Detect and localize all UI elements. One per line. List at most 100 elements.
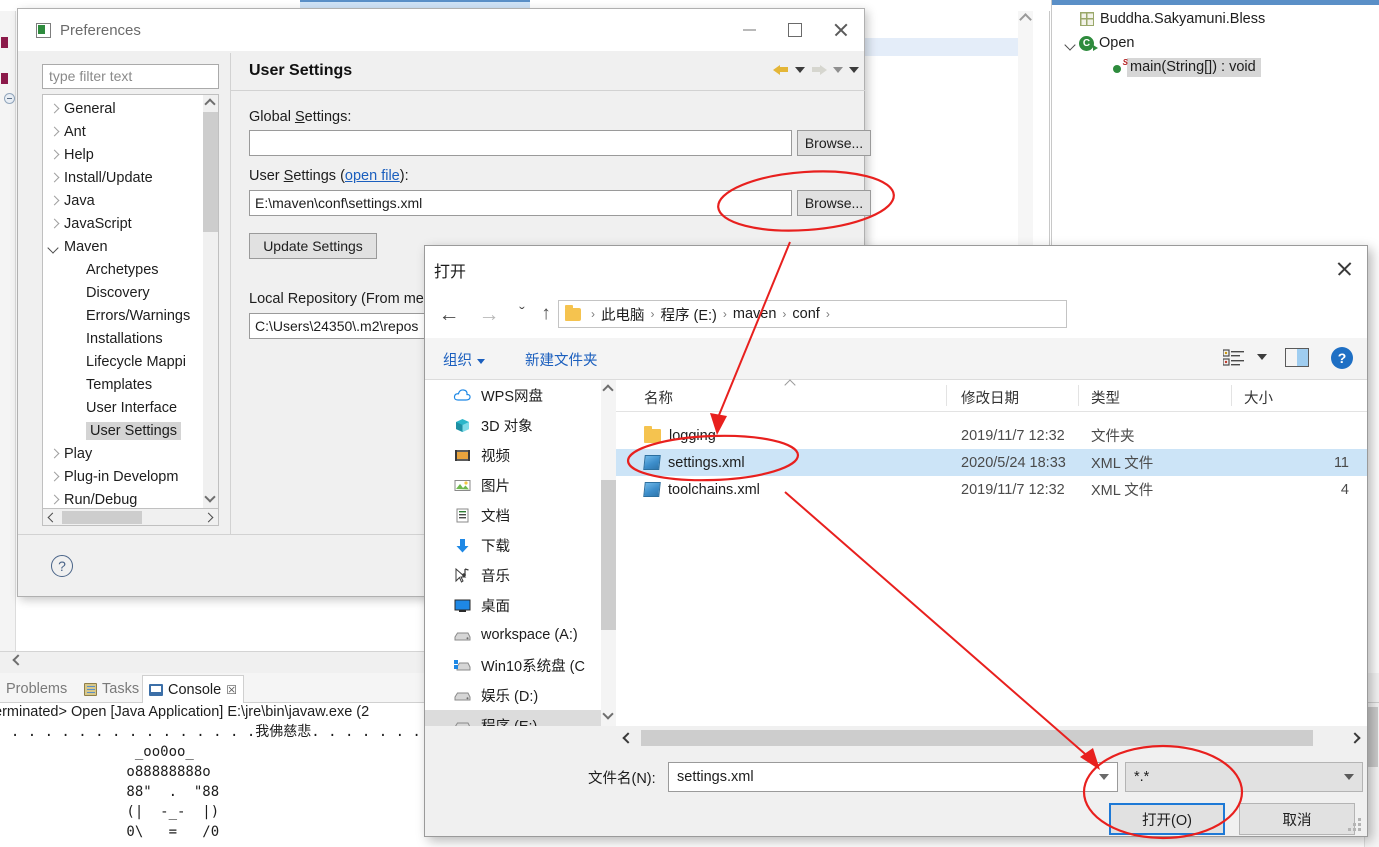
column-header-modified[interactable]: 修改日期 [961,387,1019,408]
place-item-drive-c[interactable]: Win10系统盘 (C [425,650,614,680]
open-dialog-close-button[interactable] [1321,246,1367,291]
preview-pane-icon[interactable] [1285,348,1309,367]
scroll-left-icon[interactable] [47,512,58,523]
tree-item-installations[interactable]: Installations [43,327,205,350]
place-item-videos[interactable]: 视频 [425,440,614,470]
place-item-documents[interactable]: 文档 [425,500,614,530]
place-item-music[interactable]: 音乐 [425,560,614,590]
open-dialog-titlebar[interactable]: 打开 [425,246,1367,291]
breadcrumb-item-this-pc[interactable]: 此电脑 [601,304,645,325]
scroll-right-icon[interactable] [1349,732,1361,744]
tree-item-user-settings[interactable]: User Settings [43,419,205,442]
column-header-name[interactable]: 名称 [644,387,673,408]
tree-item-java[interactable]: Java [43,189,205,212]
file-list[interactable]: 名称 修改日期 类型 大小 logging 2019/11/7 12:32 文件… [616,380,1367,726]
navigation-pane-scrollbar[interactable] [601,380,616,726]
place-item-drive-a[interactable]: workspace (A:) [425,620,614,650]
tree-item-lifecycle-mappings[interactable]: Lifecycle Mappi [43,350,205,373]
breadcrumb-item-drive-e[interactable]: 程序 (E:) [661,304,717,325]
tree-item-discovery[interactable]: Discovery [43,281,205,304]
navigation-pane[interactable]: WPS网盘 3D 对象 视频 图片 文档 下载 音乐 桌面 workspace … [425,380,615,726]
back-arrow-icon[interactable] [773,63,789,76]
scroll-up-icon[interactable] [1019,13,1032,26]
scroll-left-icon[interactable] [12,654,24,666]
resize-grip[interactable] [1348,818,1362,832]
breadcrumb-item-maven[interactable]: maven [733,306,777,322]
scroll-up-icon[interactable] [602,384,614,396]
outline-tab-header[interactable] [1052,0,1379,5]
column-divider[interactable] [1231,385,1232,406]
view-options-caret-icon[interactable] [1257,354,1267,360]
view-list-icon[interactable] [1223,349,1245,367]
scroll-left-icon[interactable] [622,732,634,744]
breadcrumb-item-conf[interactable]: conf [792,306,819,322]
column-header-size[interactable]: 大小 [1244,387,1273,408]
chevron-down-icon[interactable] [47,240,61,254]
chevron-right-icon[interactable] [47,125,61,139]
forward-history-caret-icon[interactable] [833,66,843,73]
new-folder-button[interactable]: 新建文件夹 [525,349,598,370]
organize-button[interactable]: 组织 [443,349,485,370]
scroll-up-icon[interactable] [204,98,216,110]
help-icon[interactable]: ? [1331,347,1353,369]
chevron-right-icon[interactable] [47,148,61,162]
scrollbar-thumb[interactable] [601,480,616,630]
chevron-right-icon[interactable] [47,447,61,461]
chevron-right-icon[interactable] [47,171,61,185]
tree-item-install-update[interactable]: Install/Update [43,166,205,189]
column-divider[interactable] [946,385,947,406]
preferences-tree[interactable]: General Ant Help Install/Update Java Jav… [42,94,219,509]
chevron-down-icon[interactable] [1064,37,1077,50]
chevron-right-icon[interactable] [47,102,61,116]
place-item-drive-e[interactable]: 程序 (E:) [425,710,614,726]
scrollbar-thumb[interactable] [641,730,1313,746]
tab-console[interactable]: Console ☒ [142,675,244,704]
help-icon[interactable]: ? [51,555,73,577]
minimize-button[interactable] [726,9,772,51]
scroll-down-icon[interactable] [204,491,216,503]
tree-horizontal-scrollbar[interactable] [42,509,219,526]
user-browse-button[interactable]: Browse... [797,190,871,216]
table-row[interactable]: logging 2019/11/7 12:32 文件夹 [616,422,1367,449]
tree-item-general[interactable]: General [43,97,205,120]
scroll-down-icon[interactable] [602,708,614,720]
tree-item-user-interface[interactable]: User Interface [43,396,205,419]
outline-item-class[interactable]: C Open [1064,32,1134,54]
tab-problems[interactable]: Problems [0,676,73,702]
filename-input[interactable]: settings.xml [668,762,1118,792]
scrollbar-thumb[interactable] [62,511,142,524]
table-row[interactable]: toolchains.xml 2019/11/7 12:32 XML 文件 4 [616,476,1367,503]
place-item-desktop[interactable]: 桌面 [425,590,614,620]
global-settings-input[interactable] [249,130,792,156]
cancel-button[interactable]: 取消 [1239,803,1355,835]
code-fold-toggle[interactable] [4,93,15,104]
tree-item-help[interactable]: Help [43,143,205,166]
back-history-caret-icon[interactable] [795,66,805,73]
chevron-right-icon[interactable] [47,194,61,208]
chevron-right-icon[interactable] [47,217,61,231]
tree-item-templates[interactable]: Templates [43,373,205,396]
preferences-titlebar[interactable]: Preferences [18,9,864,51]
update-settings-button[interactable]: Update Settings [249,233,377,259]
place-item-wps-cloud[interactable]: WPS网盘 [425,380,614,410]
open-file-link[interactable]: open file [345,168,400,184]
open-button[interactable]: 打开(O) [1109,803,1225,835]
scroll-right-icon[interactable] [203,512,214,523]
chevron-right-icon[interactable] [47,493,61,507]
place-item-downloads[interactable]: 下载 [425,530,614,560]
tree-item-plugin-development[interactable]: Plug-in Developm [43,465,205,488]
place-item-drive-d[interactable]: 娱乐 (D:) [425,680,614,710]
breadcrumb[interactable]: › 此电脑 › 程序 (E:) › maven › conf › [558,300,1067,328]
tree-item-archetypes[interactable]: Archetypes [43,258,205,281]
tree-item-ant[interactable]: Ant [43,120,205,143]
table-row[interactable]: settings.xml 2020/5/24 18:33 XML 文件 11 [616,449,1367,476]
user-settings-input[interactable]: E:\maven\conf\settings.xml [249,190,792,216]
filter-input[interactable]: type filter text [42,64,219,89]
scrollbar-thumb[interactable] [203,112,218,232]
close-icon[interactable]: ☒ [226,683,237,697]
chevron-down-icon[interactable] [1344,774,1354,780]
column-header-type[interactable]: 类型 [1091,387,1120,408]
chevron-down-icon[interactable] [1099,774,1109,780]
file-list-horizontal-scrollbar[interactable] [616,726,1367,750]
close-button[interactable] [818,9,864,51]
